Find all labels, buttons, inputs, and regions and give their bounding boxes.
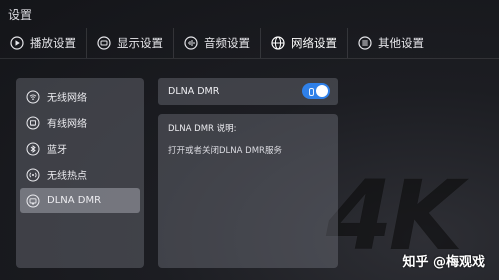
sidebar-item-hotspot[interactable]: 无线热点: [20, 162, 140, 187]
settings-screen: 4K 设置 播放设置 显示设置 音频设置 网络设置 其他设置 无线网络 有线网络…: [0, 0, 499, 280]
wifi-icon: [26, 90, 40, 104]
sidebar-item-label: 无线热点: [47, 171, 87, 182]
tab-network[interactable]: 网络设置: [261, 28, 348, 58]
audio-icon: [184, 36, 198, 50]
dlna-icon: [26, 194, 40, 208]
ethernet-icon: [26, 116, 40, 130]
description-title: DLNA DMR 说明:: [168, 124, 237, 134]
settings-tabs: 播放设置 显示设置 音频设置 网络设置 其他设置: [0, 28, 499, 58]
tab-divider: [0, 58, 499, 59]
tab-label: 音频设置: [204, 36, 250, 50]
display-icon: [97, 36, 111, 50]
sidebar-item-wifi[interactable]: 无线网络: [20, 84, 140, 109]
page-title: 设置: [8, 8, 33, 22]
watermark: 知乎 @梅观戏: [402, 255, 485, 270]
tab-label: 播放设置: [30, 36, 76, 50]
tab-other[interactable]: 其他设置: [348, 28, 434, 58]
sidebar-item-label: 蓝牙: [47, 145, 67, 156]
dlna-dmr-toggle[interactable]: [302, 83, 330, 99]
tab-playback[interactable]: 播放设置: [0, 28, 87, 58]
sidebar-item-dlna[interactable]: DLNA DMR: [20, 188, 140, 213]
description-panel: DLNA DMR 说明: 打开或者关闭DLNA DMR服务: [158, 114, 338, 268]
hotspot-icon: [26, 168, 40, 182]
toggle-knob: [309, 85, 328, 97]
sidebar-item-ethernet[interactable]: 有线网络: [20, 110, 140, 135]
sidebar-item-label: 有线网络: [47, 119, 87, 130]
network-sidebar: 无线网络 有线网络 蓝牙 无线热点 DLNA DMR: [16, 78, 144, 268]
dlna-dmr-setting[interactable]: DLNA DMR: [158, 78, 338, 105]
dlna-dmr-label: DLNA DMR: [168, 86, 220, 97]
tab-display[interactable]: 显示设置: [87, 28, 174, 58]
sidebar-item-label: 无线网络: [47, 93, 87, 104]
globe-icon: [271, 36, 285, 50]
tab-label: 显示设置: [117, 36, 163, 50]
description-text: 打开或者关闭DLNA DMR服务: [168, 146, 282, 156]
sidebar-item-label: DLNA DMR: [47, 195, 102, 206]
menu-icon: [358, 36, 372, 50]
tab-label: 网络设置: [291, 36, 337, 50]
tab-audio[interactable]: 音频设置: [174, 28, 261, 58]
bluetooth-icon: [26, 142, 40, 156]
sidebar-item-bluetooth[interactable]: 蓝牙: [20, 136, 140, 161]
play-icon: [10, 36, 24, 50]
tab-label: 其他设置: [378, 36, 424, 50]
